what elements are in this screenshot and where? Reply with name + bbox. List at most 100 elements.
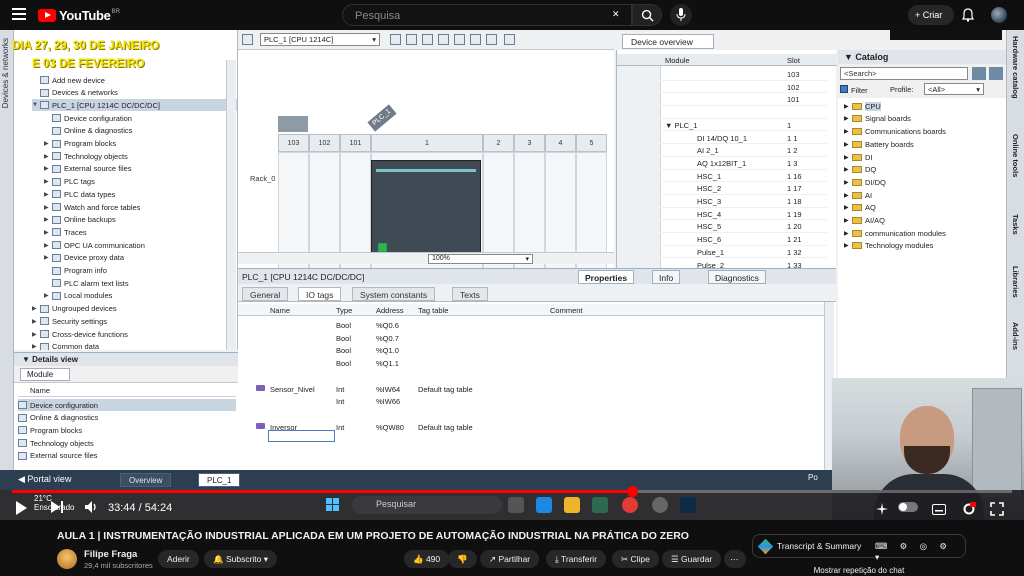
zoom-menu-icon[interactable] xyxy=(504,34,515,45)
new-tag-name-input[interactable] xyxy=(268,430,335,442)
subtab-io-tags[interactable]: IO tags xyxy=(298,287,342,301)
device-overview-row[interactable]: HSC_3 1 18 xyxy=(617,195,827,208)
portal-view-button[interactable]: ◀ Portal view xyxy=(18,474,71,485)
scrubber-handle[interactable] xyxy=(627,486,638,497)
table-row[interactable]: Bool %Q1.1 xyxy=(238,357,828,370)
table-row[interactable] xyxy=(238,408,828,421)
zoom-in-icon[interactable] xyxy=(486,34,497,45)
next-button[interactable] xyxy=(50,500,64,519)
diagnostics-tab[interactable]: Diagnostics xyxy=(708,270,766,284)
subscribed-button[interactable]: 🔔 Subscrito ▾ xyxy=(204,550,278,568)
tree-item[interactable]: ▶ PLC data types xyxy=(44,188,237,200)
tree-item[interactable]: Device configuration xyxy=(44,112,237,124)
app-icon[interactable] xyxy=(652,497,668,513)
vertical-tab-add-ins[interactable]: Add-ins xyxy=(1011,322,1020,350)
column-header[interactable]: Tag table xyxy=(418,306,448,315)
tree-item[interactable]: ▶ Program blocks xyxy=(44,138,237,150)
device-select[interactable]: PLC_1 [CPU 1214C] ▾ xyxy=(260,33,380,46)
rack-slot-number[interactable]: 2 xyxy=(483,134,514,152)
tree-item[interactable]: Online & diagnostics xyxy=(44,125,237,137)
table-icon[interactable] xyxy=(454,34,465,45)
zoom-select[interactable]: 100% ▾ xyxy=(428,254,533,264)
table-row[interactable]: Bool %Q0.6 xyxy=(238,319,828,332)
vertical-tab-hardware-catalog[interactable]: Hardware catalog xyxy=(1011,36,1020,99)
expand-icon[interactable]: ▶ xyxy=(44,254,52,261)
share-button[interactable]: ↗ Partilhar xyxy=(480,550,540,568)
toolbar-icons[interactable]: ⌨ ⚙ ◎ ⚙ ▾ xyxy=(875,541,965,563)
subtab-system-constants[interactable]: System constants xyxy=(352,287,436,301)
create-button[interactable]: + Criar xyxy=(908,5,954,25)
device-overview-row[interactable] xyxy=(617,106,827,119)
plc-cpu-module[interactable] xyxy=(371,160,481,260)
expand-icon[interactable]: ▶ xyxy=(44,153,52,160)
list-icon[interactable] xyxy=(470,34,481,45)
expand-icon[interactable]: ▶ xyxy=(44,292,52,299)
edge-icon[interactable] xyxy=(536,497,552,513)
expand-icon[interactable]: ▶ xyxy=(44,191,52,198)
tree-item[interactable]: Program info xyxy=(44,265,237,277)
catalog-item[interactable]: ▶ communication modules xyxy=(844,227,946,240)
tree-item[interactable]: ▶ Device proxy data xyxy=(44,252,237,264)
catalog-item[interactable]: ▶ CPU xyxy=(844,100,881,113)
expand-icon[interactable]: ▶ xyxy=(44,229,52,236)
plc-label[interactable]: PLC_1 xyxy=(367,104,397,132)
column-header[interactable]: Address xyxy=(376,306,404,315)
autoplay-toggle[interactable] xyxy=(898,502,918,512)
device-overview-row[interactable]: ▼ PLC_1 1 xyxy=(617,119,827,132)
tree-item[interactable]: ▶ Traces xyxy=(44,226,237,238)
connection-icon[interactable] xyxy=(422,34,433,45)
vertical-tab-libraries[interactable]: Libraries xyxy=(1011,266,1020,298)
device-overview-row[interactable]: AI 2_1 1 2 xyxy=(617,144,827,157)
task-view-icon[interactable] xyxy=(508,497,524,513)
rack-slot-number[interactable]: 101 xyxy=(340,134,371,152)
fullscreen-icon[interactable] xyxy=(990,502,1004,521)
info-tab[interactable]: Info xyxy=(652,270,681,284)
chat-replay-button[interactable]: Mostrar repetição do chat xyxy=(752,566,966,576)
expand-icon[interactable]: ▶ xyxy=(844,141,852,148)
device-overview-row[interactable]: HSC_4 1 19 xyxy=(617,208,827,221)
device-overview-row[interactable]: HSC_5 1 20 xyxy=(617,220,827,234)
expand-icon[interactable]: ▶ xyxy=(844,154,852,161)
expand-icon[interactable]: ▶ xyxy=(844,192,852,199)
tree-item[interactable]: ▶ Local modules xyxy=(44,290,237,302)
device-overview-row[interactable]: Pulse_1 1 32 xyxy=(617,246,827,259)
expand-icon[interactable]: ▶ xyxy=(844,242,852,249)
device-overview-row[interactable]: HSC_1 1 16 xyxy=(617,170,827,183)
subtab-general[interactable]: General xyxy=(242,287,289,301)
account-avatar[interactable] xyxy=(991,7,1007,23)
transcript-summary-panel[interactable]: Transcript & Summary ⌨ ⚙ ◎ ⚙ ▾ xyxy=(752,534,966,562)
tree-item[interactable]: ▶ PLC tags xyxy=(44,176,237,188)
device-view-icon[interactable] xyxy=(242,34,253,45)
chrome-icon[interactable] xyxy=(622,497,638,513)
menu-icon[interactable] xyxy=(12,8,26,20)
more-actions-button[interactable]: ⋯ xyxy=(724,550,746,568)
catalog-item[interactable]: ▶ DI xyxy=(844,151,873,164)
sparkle-icon[interactable] xyxy=(876,502,888,520)
expand-icon[interactable]: ▶ xyxy=(844,103,852,110)
column-header[interactable]: Type xyxy=(336,306,352,315)
table-row[interactable]: Bool %Q1.0 xyxy=(238,344,828,357)
properties-tab[interactable]: Properties xyxy=(578,270,635,284)
column-header[interactable]: Comment xyxy=(550,306,583,315)
module-tab[interactable]: Module xyxy=(20,368,70,381)
device-overview-row[interactable]: DI 14/DQ 10_1 1 1 xyxy=(617,132,827,145)
catalog-profile-select[interactable]: <All> ▾ xyxy=(924,83,984,95)
catalog-search-input[interactable]: <Search> xyxy=(840,67,968,80)
expand-icon[interactable]: ▶ xyxy=(44,242,52,249)
expand-icon[interactable]: ▶ xyxy=(844,204,852,211)
catalog-item[interactable]: ▶ AI xyxy=(844,189,872,202)
table-row[interactable]: Bool %Q0.7 xyxy=(238,332,828,345)
rack-arrow[interactable] xyxy=(278,116,308,132)
windows-start-icon[interactable] xyxy=(326,498,340,512)
vertical-tab-tasks[interactable]: Tasks xyxy=(1011,214,1020,235)
expand-icon[interactable]: ▶ xyxy=(44,165,52,172)
expand-icon[interactable]: ▶ xyxy=(32,331,40,338)
details-view-header[interactable]: ▼ Details view xyxy=(14,352,238,366)
play-pause-button[interactable] xyxy=(14,500,28,521)
tree-item[interactable]: ▶ OPC UA communication xyxy=(44,239,237,251)
expand-icon[interactable]: ▶ xyxy=(844,128,852,135)
catalog-item[interactable]: ▶ DI/DQ xyxy=(844,176,886,189)
expand-icon[interactable]: ▶ xyxy=(844,230,852,237)
topology-icon[interactable] xyxy=(390,34,401,45)
voice-search-button[interactable] xyxy=(670,4,692,26)
